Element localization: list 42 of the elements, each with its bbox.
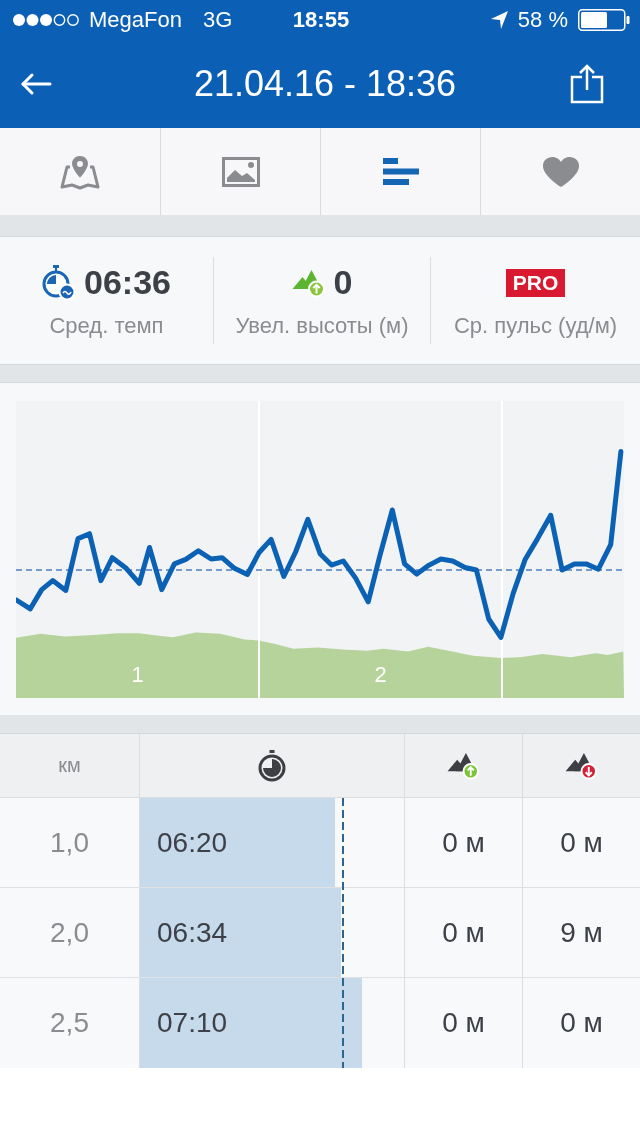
network-type: 3G (202, 7, 233, 33)
table-cell: 0 м (523, 798, 640, 888)
stopwatch-icon (42, 264, 76, 301)
segment-label: 1 (131, 662, 144, 687)
stat-label: Сред. темп (49, 312, 164, 339)
table-cell: 0 м (405, 978, 523, 1068)
mountain-up-icon (291, 267, 326, 298)
signal-icon (12, 13, 80, 27)
column-header: км (58, 754, 81, 777)
status-time: 18:55 (292, 7, 350, 33)
back-button[interactable] (20, 72, 52, 96)
share-button[interactable] (570, 64, 604, 104)
pace-value: 07:10 (157, 1007, 228, 1039)
share-icon (570, 64, 604, 104)
pace-value: 06:20 (157, 826, 228, 859)
battery-percent: 58 % (517, 7, 568, 33)
battery-icon (578, 9, 630, 31)
table-cell: 9 м (523, 888, 640, 978)
table-cell: 0 м (405, 798, 523, 888)
table-cell: 0 м (523, 978, 640, 1068)
stat-label: Увел. высоты (м) (235, 312, 409, 339)
page-title: 21.04.16 - 18:36 (193, 63, 457, 105)
carrier-name: MegaFon (89, 7, 182, 33)
pace-value: 06:34 (157, 916, 228, 949)
back-arrow-icon (20, 72, 52, 96)
heart-icon (541, 155, 580, 188)
stat-value: 0 (333, 263, 353, 302)
stat-label: Ср. пульс (уд/м) (453, 312, 618, 339)
table-cell: 2,5 (0, 978, 140, 1068)
segment-label: 2 (374, 662, 387, 687)
bars-icon (382, 158, 419, 185)
table-cell: 0 м (405, 888, 523, 978)
map-pin-icon (58, 153, 102, 190)
mountain-down-icon (565, 751, 598, 780)
table-cell: 2,0 (0, 888, 140, 978)
pro-badge: PRO (505, 268, 566, 297)
stat-value: 06:36 (84, 263, 171, 302)
table-cell: 1,0 (0, 798, 140, 888)
picture-icon (221, 156, 260, 187)
mountain-up-icon (447, 751, 480, 780)
location-icon (490, 11, 508, 29)
stopwatch-icon (257, 749, 287, 782)
